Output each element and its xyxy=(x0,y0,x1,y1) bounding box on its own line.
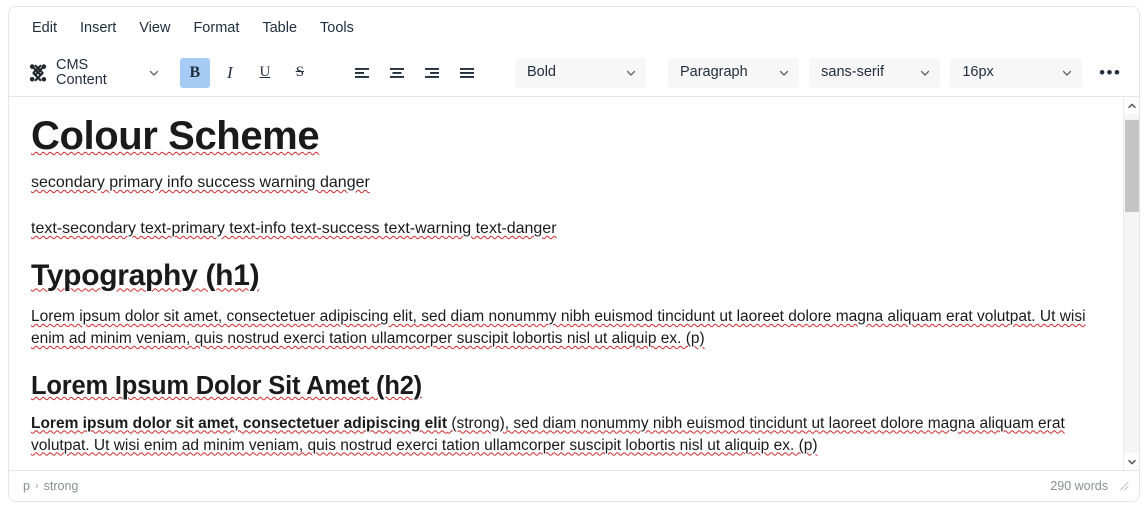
paragraph-2-strong: Lorem ipsum dolor sit amet, consectetuer… xyxy=(31,414,448,432)
lorem-h2-heading: Lorem Ipsum Dolor Sit Amet (h2) xyxy=(31,372,1103,401)
document-body[interactable]: Colour Scheme secondary primary info suc… xyxy=(9,97,1123,470)
font-select[interactable]: sans-serif xyxy=(809,57,941,88)
breadcrumb: p › strong xyxy=(23,479,78,493)
background-colour-swatch-text: secondary primary info success warning d… xyxy=(31,174,370,192)
italic-glyph: I xyxy=(227,63,233,82)
paragraph-1-text: Lorem ipsum dolor sit amet, consectetuer… xyxy=(31,307,1086,347)
chevron-down-icon xyxy=(919,67,931,79)
menu-format[interactable]: Format xyxy=(184,16,248,41)
more-options-button[interactable]: ••• xyxy=(1096,58,1126,88)
scrollbar-track[interactable] xyxy=(1124,114,1139,453)
toolbar: CMS Content B I U S Bold Paragraph sans-… xyxy=(9,49,1139,97)
fontsize-select[interactable]: 16px xyxy=(950,57,1082,88)
align-center-button[interactable] xyxy=(382,58,412,88)
word-count[interactable]: 290 words xyxy=(1050,479,1108,493)
italic-button[interactable]: I xyxy=(215,58,245,88)
cms-content-label: CMS Content xyxy=(56,57,107,88)
scroll-down-button[interactable] xyxy=(1124,453,1139,470)
breadcrumb-item-strong[interactable]: strong xyxy=(44,479,79,493)
content-area: Colour Scheme secondary primary info suc… xyxy=(9,97,1139,470)
page-title-text: Colour Scheme xyxy=(31,114,320,158)
text-colour-swatch-text: text-secondary text-primary text-info te… xyxy=(31,219,557,237)
align-justify-button[interactable] xyxy=(452,58,482,88)
chevron-up-icon xyxy=(1127,101,1137,111)
bold-button[interactable]: B xyxy=(179,57,210,88)
align-center-icon xyxy=(388,64,406,82)
page-title: Colour Scheme xyxy=(31,114,1103,158)
menubar: Edit Insert View Format Table Tools xyxy=(9,7,1139,49)
paragraph-2: Lorem ipsum dolor sit amet, consectetuer… xyxy=(31,413,1103,457)
strikethrough-button[interactable]: S xyxy=(285,58,315,88)
style-select[interactable]: Bold xyxy=(514,57,647,88)
chevron-down-icon xyxy=(148,67,160,79)
background-colour-swatch-line: secondary primary info success warning d… xyxy=(31,172,1103,194)
block-select[interactable]: Paragraph xyxy=(667,57,800,88)
strikethrough-glyph: S xyxy=(295,64,305,80)
align-left-icon xyxy=(353,64,371,82)
align-right-icon xyxy=(423,64,441,82)
underline-glyph: U xyxy=(259,64,271,80)
underline-button[interactable]: U xyxy=(250,58,280,88)
chevron-down-icon xyxy=(625,67,637,79)
align-right-button[interactable] xyxy=(417,58,447,88)
editor-window: Edit Insert View Format Table Tools CMS … xyxy=(8,6,1140,502)
lorem-h2-heading-text: Lorem Ipsum Dolor Sit Amet (h2) xyxy=(31,371,422,400)
alignment-group xyxy=(347,58,487,88)
chevron-down-icon xyxy=(1061,67,1073,79)
ellipsis-icon: ••• xyxy=(1099,62,1122,82)
block-select-value: Paragraph xyxy=(679,65,748,80)
font-select-value: sans-serif xyxy=(821,65,884,80)
menu-table[interactable]: Table xyxy=(253,16,306,41)
chevron-down-icon xyxy=(1127,457,1137,467)
menu-view[interactable]: View xyxy=(130,16,179,41)
menu-insert[interactable]: Insert xyxy=(71,16,125,41)
fontsize-select-value: 16px xyxy=(962,65,994,80)
paragraph-1: Lorem ipsum dolor sit amet, consectetuer… xyxy=(31,306,1103,350)
bold-glyph: B xyxy=(189,63,201,81)
joomla-logo-icon xyxy=(27,62,49,84)
breadcrumb-separator-icon: › xyxy=(34,480,39,492)
vertical-scrollbar[interactable] xyxy=(1123,97,1139,470)
text-colour-swatch-line: text-secondary text-primary text-info te… xyxy=(31,218,1103,240)
scrollbar-thumb[interactable] xyxy=(1125,120,1139,212)
text-format-group: B I U S xyxy=(179,57,320,88)
scroll-up-button[interactable] xyxy=(1124,97,1139,114)
chevron-down-icon xyxy=(778,67,790,79)
align-justify-icon xyxy=(458,64,476,82)
typography-heading: Typography (h1) xyxy=(31,259,1103,293)
menu-tools[interactable]: Tools xyxy=(311,16,363,41)
resize-handle-icon[interactable] xyxy=(1117,479,1131,493)
typography-heading-text: Typography (h1) xyxy=(31,259,260,293)
style-select-value: Bold xyxy=(526,65,556,80)
breadcrumb-item-p[interactable]: p xyxy=(23,479,30,493)
statusbar-right: 290 words xyxy=(1050,479,1131,493)
cms-content-button[interactable]: CMS Content xyxy=(23,54,166,91)
align-left-button[interactable] xyxy=(347,58,377,88)
statusbar: p › strong 290 words xyxy=(9,470,1139,501)
menu-edit[interactable]: Edit xyxy=(23,16,66,41)
